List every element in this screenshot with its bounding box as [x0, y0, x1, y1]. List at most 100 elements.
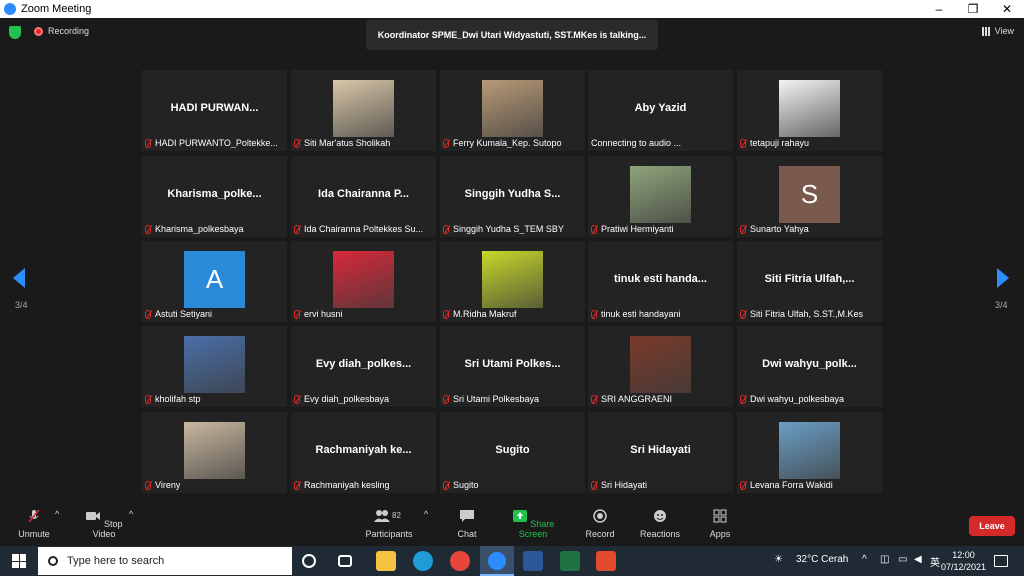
participant-display-name: Dwi wahyu_polk...	[762, 358, 857, 370]
participant-tile[interactable]: Aby Yazid Connecting to audio ...	[588, 70, 733, 151]
leave-button[interactable]: Leave	[969, 516, 1015, 536]
participant-name: HADI PURWANTO_Poltekke...	[155, 138, 278, 148]
tray-chevron-icon[interactable]: ^	[862, 554, 867, 565]
record-button[interactable]: Record	[584, 509, 616, 539]
participant-name-label: Pratiwi Hermiyanti	[591, 224, 674, 234]
view-label: View	[994, 26, 1014, 36]
weather-label[interactable]: 32°C Cerah	[796, 554, 848, 565]
video-options-caret-icon[interactable]: ^	[129, 509, 133, 519]
participant-name: Rachmaniyah kesling	[304, 480, 390, 490]
taskbar-clock[interactable]: 12:00 07/12/2021	[941, 549, 986, 573]
participant-tile[interactable]: Singgih Yudha S... Singgih Yudha S_TEM SB…	[440, 156, 585, 237]
file-explorer-icon[interactable]	[376, 551, 396, 571]
muted-mic-icon	[145, 224, 151, 234]
window-title: Zoom Meeting	[21, 3, 92, 15]
participant-tile[interactable]: SRI ANGGRAENI	[588, 326, 733, 407]
volume-icon[interactable]: ◀	[914, 554, 922, 565]
participant-name-label: tinuk esti handayani	[591, 309, 681, 319]
page-indicator-left: 3/4	[15, 300, 28, 310]
apps-button[interactable]: Apps	[707, 509, 733, 539]
security-shield-icon[interactable]	[9, 26, 21, 39]
language-icon[interactable]: 英	[930, 554, 940, 569]
reactions-label: Reactions	[639, 529, 681, 539]
participants-button[interactable]: 82 Participants	[364, 509, 414, 539]
previous-page-arrow-icon[interactable]	[13, 268, 25, 288]
taskbar-search-box[interactable]: Type here to search	[38, 547, 292, 575]
participant-name: Vireny	[155, 480, 181, 490]
edge-browser-icon[interactable]	[413, 551, 433, 571]
participant-tile[interactable]: Dwi wahyu_polk... Dwi wahyu_polkesbaya	[737, 326, 882, 407]
participant-tile[interactable]: Siti Mar'atus Sholikah	[291, 70, 436, 151]
participant-tile[interactable]: HADI PURWAN... HADI PURWANTO_Poltekke...	[142, 70, 287, 151]
participant-display-name: Aby Yazid	[634, 102, 687, 114]
zoom-taskbar-icon[interactable]	[480, 546, 514, 576]
recording-indicator[interactable]: Recording	[34, 26, 89, 36]
chat-button[interactable]: Chat	[455, 509, 479, 539]
search-placeholder: Type here to search	[67, 555, 165, 567]
muted-mic-icon	[443, 224, 449, 234]
reactions-button[interactable]: Reactions	[639, 509, 681, 539]
participant-tile[interactable]: Rachmaniyah ke... Rachmaniyah kesling	[291, 412, 436, 493]
participant-count: 82	[392, 511, 401, 520]
participant-display-name: Sugito	[495, 444, 530, 456]
participant-tile[interactable]: Levana Forra Wakidi	[737, 412, 882, 493]
tray-app-icon[interactable]: ◫	[880, 554, 889, 565]
cortana-icon[interactable]	[302, 554, 316, 568]
audio-options-caret-icon[interactable]: ^	[55, 509, 59, 519]
participant-tile[interactable]: tetapuji rahayu	[737, 70, 882, 151]
participant-tile[interactable]: Ferry Kumala_Kep. Sutopo	[440, 70, 585, 151]
participant-tile[interactable]: Siti Fitria Ulfah,... Siti Fitria Ulfah, …	[737, 241, 882, 322]
share-screen-icon	[512, 510, 527, 522]
participant-tile[interactable]: M.Ridha Makruf	[440, 241, 585, 322]
participants-options-caret-icon[interactable]: ^	[424, 509, 428, 519]
clock-date: 07/12/2021	[940, 562, 986, 572]
participant-name-label: Connecting to audio ...	[591, 138, 681, 148]
participant-tile[interactable]: Sri Utami Polkes... Sri Utami Polkesbaya	[440, 326, 585, 407]
participant-tile[interactable]: Pratiwi Hermiyanti	[588, 156, 733, 237]
participant-tile[interactable]: Evy diah_polkes... Evy diah_polkesbaya	[291, 326, 436, 407]
participant-name-label: Rachmaniyah kesling	[294, 480, 390, 490]
participant-tile[interactable]: kholifah stp	[142, 326, 287, 407]
participant-name-label: Siti Fitria Ulfah, S.ST.,M.Kes	[740, 309, 863, 319]
chrome-browser-icon[interactable]	[450, 551, 470, 571]
participant-tile[interactable]: Sri Hidayati Sri Hidayati	[588, 412, 733, 493]
participant-tile[interactable]: S Sunarto Yahya	[737, 156, 882, 237]
unmute-button[interactable]: Unmute	[16, 509, 52, 539]
muted-mic-icon	[591, 394, 597, 404]
participant-name-label: Dwi wahyu_polkesbaya	[740, 394, 844, 404]
participant-name: Astuti Setiyani	[155, 309, 213, 319]
weather-sun-icon[interactable]: ☀	[774, 554, 783, 565]
close-button[interactable]: ✕	[990, 2, 1024, 16]
participant-tile[interactable]: Kharisma_polke... Kharisma_polkesbaya	[142, 156, 287, 237]
task-view-icon[interactable]	[338, 555, 352, 567]
participant-tile[interactable]: tinuk esti handa... tinuk esti handayani	[588, 241, 733, 322]
participant-name-label: Levana Forra Wakidi	[740, 480, 833, 490]
participant-tile[interactable]: Vireny	[142, 412, 287, 493]
windows-start-icon[interactable]	[12, 554, 26, 568]
participant-tile[interactable]: Sugito Sugito	[440, 412, 585, 493]
participant-name: Singgih Yudha S_TEM SBY	[453, 224, 564, 234]
word-icon[interactable]	[523, 551, 543, 571]
view-button[interactable]: View	[981, 26, 1014, 36]
network-icon[interactable]: ▭	[898, 554, 907, 565]
share-screen-button[interactable]: Share Screen	[505, 509, 561, 539]
participant-name: ervi husni	[304, 309, 343, 319]
participant-name: Siti Fitria Ulfah, S.ST.,M.Kes	[750, 309, 864, 319]
stop-video-button[interactable]: Stop Video	[80, 509, 128, 539]
next-page-arrow-icon[interactable]	[997, 268, 1009, 288]
smiley-reaction-icon	[654, 510, 666, 522]
participant-tile[interactable]: ervi husni	[291, 241, 436, 322]
muted-mic-icon	[294, 480, 300, 490]
muted-mic-icon	[145, 480, 151, 490]
notifications-icon[interactable]	[994, 555, 1008, 567]
excel-icon[interactable]	[560, 551, 580, 571]
participant-tile[interactable]: Ida Chairanna P... Ida Chairanna Poltekke…	[291, 156, 436, 237]
restore-button[interactable]: ❐	[956, 2, 990, 16]
minimize-button[interactable]: –	[922, 2, 956, 16]
participant-display-name: Ida Chairanna P...	[318, 188, 409, 200]
pdf-reader-icon[interactable]	[596, 551, 616, 571]
video-camera-icon	[86, 512, 101, 520]
participant-name-label: ervi husni	[294, 309, 343, 319]
participant-tile[interactable]: A Astuti Setiyani	[142, 241, 287, 322]
participant-display-name: Singgih Yudha S...	[464, 188, 561, 200]
